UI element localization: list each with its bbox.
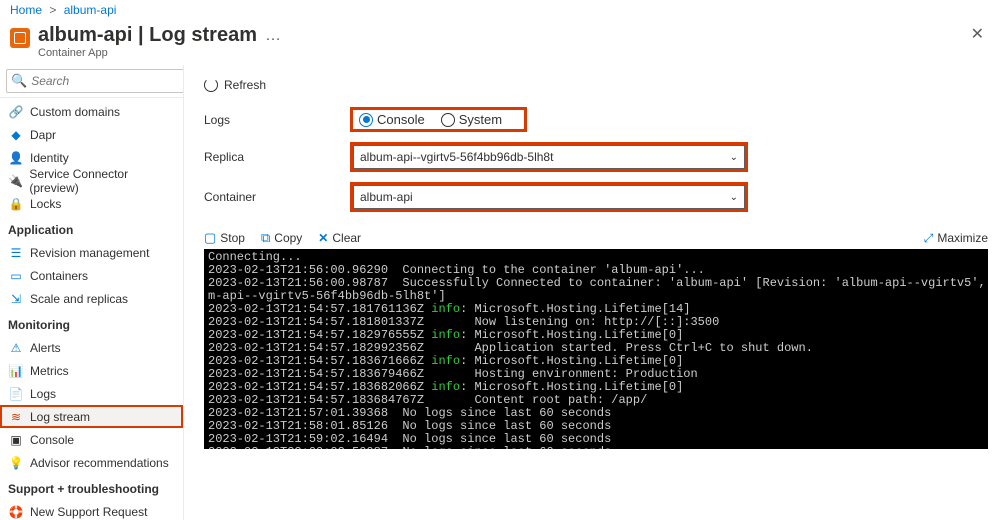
sidebar-group-header: Support + troubleshooting (0, 474, 183, 500)
breadcrumb: Home > album-api (0, 0, 1000, 20)
alerts-icon: ⚠ (8, 340, 24, 356)
radio-dot-icon (359, 113, 373, 127)
sidebar-item-alerts[interactable]: ⚠ Alerts (0, 336, 183, 359)
page-subtitle: Container App (38, 47, 257, 59)
sidebar-group-header: Monitoring (0, 310, 183, 336)
page-title-name: album-api (38, 24, 132, 46)
more-actions-button[interactable]: … (265, 24, 281, 48)
sidebar-search-input[interactable] (31, 74, 184, 88)
log-line: 2023-02-13T22:00:02.50087 No logs since … (208, 446, 984, 449)
service-connector-icon: 🔌 (8, 173, 23, 189)
page-title-section: Log stream (149, 24, 257, 46)
content-pane: Refresh Logs Console System Replica albu… (184, 65, 1000, 520)
dapr-icon: ◆ (8, 127, 24, 143)
sidebar-item-log-stream[interactable]: ≋ Log stream (0, 405, 183, 428)
sidebar-item-label: Console (30, 433, 74, 447)
log-console[interactable]: Connecting...2023-02-13T21:56:00.96290 C… (204, 249, 988, 449)
container-select[interactable]: album-api ⌄ (353, 185, 745, 209)
close-blade-button[interactable]: ✕ (971, 24, 984, 44)
stop-button[interactable]: ▢ Stop (204, 230, 245, 246)
sidebar-item-label: Identity (30, 151, 69, 165)
sidebar-item-label: Metrics (30, 364, 69, 378)
replica-select[interactable]: album-api--vgirtv5-56f4bb96db-5lh8t ⌄ (353, 145, 745, 169)
support-request-icon: 🛟 (8, 504, 24, 520)
sidebar-item-advisor-recommendations[interactable]: 💡 Advisor recommendations (0, 451, 183, 474)
console-icon: ▣ (8, 432, 24, 448)
sidebar-item-label: Advisor recommendations (30, 456, 169, 470)
sidebar-item-label: New Support Request (30, 505, 147, 519)
sidebar-item-label: Logs (30, 387, 56, 401)
sidebar: 🔍 « 🔗Custom domains◆Dapr👤Identity🔌Servic… (0, 65, 184, 520)
sidebar-item-label: Locks (30, 197, 61, 211)
locks-icon: 🔒 (8, 196, 24, 212)
sidebar-item-locks[interactable]: 🔒 Locks (0, 192, 183, 215)
sidebar-search[interactable]: 🔍 (6, 69, 184, 93)
refresh-icon (204, 78, 218, 92)
metrics-icon: 📊 (8, 363, 24, 379)
container-label: Container (204, 190, 350, 204)
chevron-down-icon: ⌄ (730, 192, 738, 203)
copy-icon: ⧉ (261, 230, 270, 246)
sidebar-item-dapr[interactable]: ◆ Dapr (0, 123, 183, 146)
sidebar-item-service-connector-preview-[interactable]: 🔌 Service Connector (preview) (0, 169, 183, 192)
custom-domains-icon: 🔗 (8, 104, 24, 120)
sidebar-item-metrics[interactable]: 📊 Metrics (0, 359, 183, 382)
scale-icon: ⇲ (8, 291, 24, 307)
sidebar-item-label: Revision management (30, 246, 149, 260)
sidebar-item-scale-and-replicas[interactable]: ⇲ Scale and replicas (0, 287, 183, 310)
containers-icon: ▭ (8, 268, 24, 284)
sidebar-item-label: Custom domains (30, 105, 120, 119)
maximize-button[interactable]: ⤢ Maximize (924, 231, 988, 246)
maximize-icon: ⤢ (924, 231, 934, 246)
sidebar-item-label: Log stream (30, 410, 90, 424)
copy-button[interactable]: ⧉ Copy (261, 230, 302, 246)
stop-icon: ▢ (204, 230, 216, 246)
clear-button[interactable]: ✕ Clear (318, 231, 361, 245)
sidebar-item-label: Dapr (30, 128, 56, 142)
chevron-down-icon: ⌄ (730, 152, 738, 163)
sidebar-item-containers[interactable]: ▭ Containers (0, 264, 183, 287)
resource-icon (10, 28, 30, 48)
search-icon: 🔍 (11, 73, 27, 89)
sidebar-item-label: Service Connector (preview) (29, 167, 175, 195)
sidebar-item-logs[interactable]: 📄 Logs (0, 382, 183, 405)
revision-management-icon: ☰ (8, 245, 24, 261)
breadcrumb-sep: > (49, 3, 56, 17)
page-title: album-api | Log stream (38, 24, 257, 47)
radio-console[interactable]: Console (359, 112, 425, 127)
advisor-icon: 💡 (8, 455, 24, 471)
breadcrumb-home[interactable]: Home (10, 3, 42, 17)
replica-label: Replica (204, 150, 350, 164)
sidebar-item-label: Alerts (30, 341, 61, 355)
sidebar-item-revision-management[interactable]: ☰ Revision management (0, 241, 183, 264)
logs-label: Logs (204, 113, 350, 127)
radio-system[interactable]: System (441, 112, 502, 127)
sidebar-item-custom-domains[interactable]: 🔗 Custom domains (0, 100, 183, 123)
sidebar-item-label: Containers (30, 269, 88, 283)
log-stream-icon: ≋ (8, 409, 24, 425)
logs-type-radio-group: Console System (350, 107, 527, 132)
blade-header: album-api | Log stream Container App … ✕ (0, 20, 1000, 65)
clear-icon: ✕ (318, 231, 328, 245)
sidebar-group-header: Application (0, 215, 183, 241)
sidebar-item-console[interactable]: ▣ Console (0, 428, 183, 451)
radio-dot-icon (441, 113, 455, 127)
breadcrumb-resource[interactable]: album-api (64, 3, 117, 17)
refresh-button[interactable]: Refresh (204, 78, 266, 92)
sidebar-item-new-support-request[interactable]: 🛟 New Support Request (0, 500, 183, 520)
sidebar-item-label: Scale and replicas (30, 292, 128, 306)
identity-icon: 👤 (8, 150, 24, 166)
logs-icon: 📄 (8, 386, 24, 402)
